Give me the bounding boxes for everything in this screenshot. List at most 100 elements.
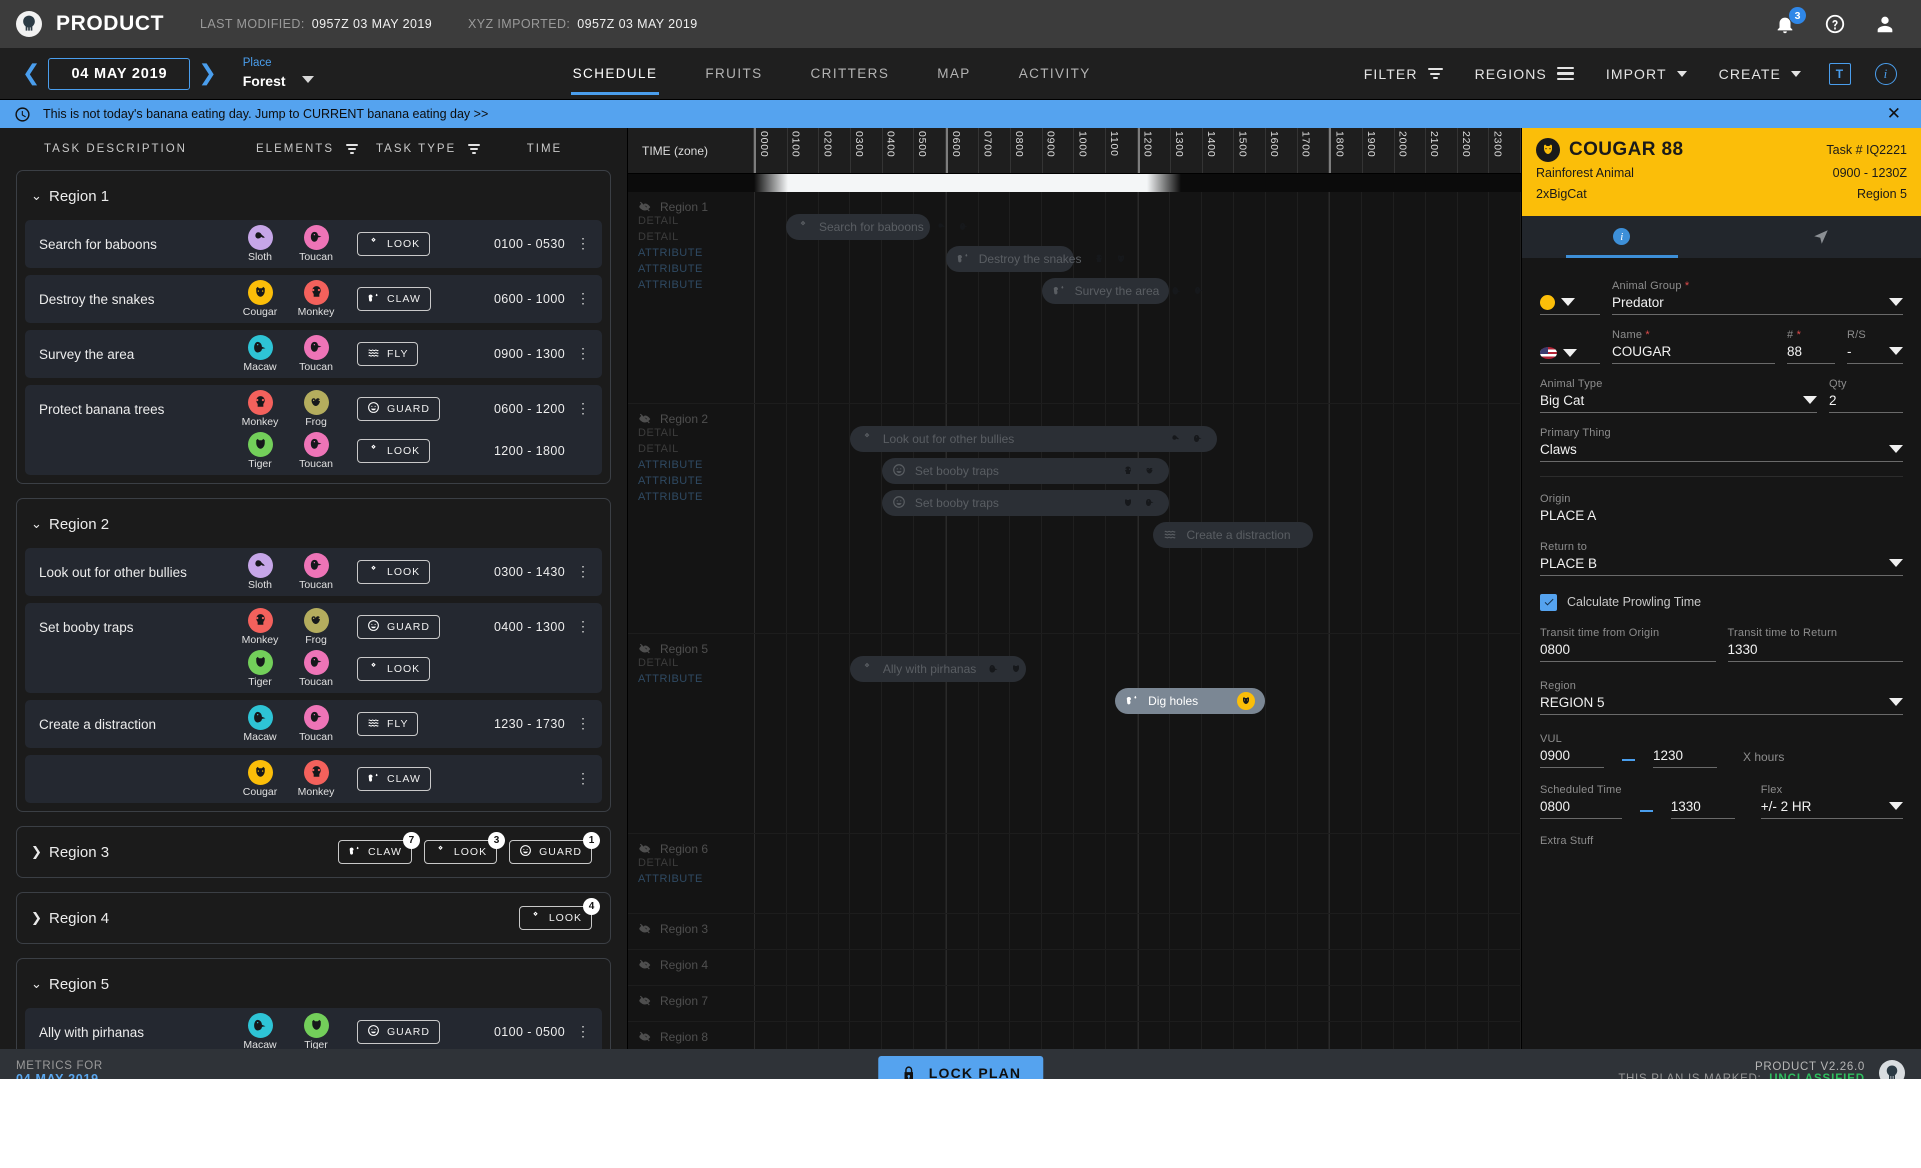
tab-detail-navigation[interactable] xyxy=(1722,216,1921,258)
vul-start-input[interactable]: 0900 xyxy=(1540,748,1604,768)
element-chip[interactable]: Macaw xyxy=(237,1013,283,1049)
region-select[interactable]: REGION 5 xyxy=(1540,695,1903,715)
task-type-pill-look[interactable]: LOOK xyxy=(423,840,498,864)
tab-critters[interactable]: CRITTERS xyxy=(787,48,914,100)
task-type-pill-claw[interactable]: CLAW xyxy=(337,840,412,864)
tab-fruits[interactable]: FRUITS xyxy=(681,48,786,100)
task-type-pill-look[interactable]: LOOK xyxy=(518,906,592,930)
row-menu-icon[interactable]: ⋮ xyxy=(572,716,594,730)
element-chip[interactable]: Monkey xyxy=(237,390,283,428)
timeline-track[interactable] xyxy=(754,986,1521,1021)
region-badge[interactable]: GUARD 1 xyxy=(509,832,600,864)
row-menu-icon[interactable]: ⋮ xyxy=(572,236,594,250)
region-header-3[interactable]: ❯ Region 3 CLAW 7 LOOK 3 GUARD 1 xyxy=(25,832,602,869)
name-input[interactable]: COUGAR xyxy=(1612,344,1775,364)
task-type-pill-fly[interactable]: FLY xyxy=(357,342,419,366)
info-button[interactable]: i xyxy=(1865,48,1907,100)
scheduled-end-input[interactable]: 1330 xyxy=(1670,799,1735,819)
element-chip[interactable]: Monkey xyxy=(293,280,339,318)
region-list[interactable]: ⌄ Region 1 Search for baboons Sloth Toucan LO… xyxy=(0,170,627,1049)
region-header-4[interactable]: ❯ Region 4 LOOK 4 xyxy=(25,898,602,935)
task-type-pill-guard[interactable]: GUARD xyxy=(357,1020,440,1044)
element-chip[interactable]: Toucan xyxy=(293,335,339,373)
timeline-track[interactable]: Ally with pirhanas Dig holes xyxy=(754,634,1521,833)
element-chip[interactable]: Macaw xyxy=(237,335,283,373)
task-type-pill-look[interactable]: LOOK xyxy=(357,560,431,584)
metrics-group[interactable]: METRICS FOR 04 MAY 2019 xyxy=(16,1060,103,1079)
notifications-bell-icon[interactable]: 3 xyxy=(1773,7,1806,36)
element-chip[interactable]: Toucan xyxy=(293,650,339,688)
task-type-pill-fly[interactable]: FLY xyxy=(357,712,419,736)
timeline-bar[interactable]: Set booby traps xyxy=(881,490,1170,516)
row-menu-icon[interactable]: ⋮ xyxy=(572,401,594,415)
element-chip[interactable]: Tiger xyxy=(293,1013,339,1049)
rs-select[interactable]: - xyxy=(1847,344,1903,364)
region-badge[interactable]: CLAW 7 xyxy=(337,832,420,864)
timeline-bar[interactable]: Look out for other bullies xyxy=(849,426,1218,452)
task-type-pill-claw[interactable]: CLAW xyxy=(357,767,431,791)
timeline-bar[interactable]: Destroy the snakes xyxy=(945,246,1125,272)
timeline-track[interactable]: Search for baboons Destroy the snakes Surv… xyxy=(754,192,1521,403)
row-menu-icon[interactable]: ⋮ xyxy=(572,291,594,305)
return-to-select[interactable]: PLACE B xyxy=(1540,556,1903,576)
timeline-bar[interactable]: Dig holes xyxy=(1115,688,1266,714)
element-chip[interactable]: Tiger xyxy=(237,432,283,470)
task-row[interactable]: Ally with pirhanas Macaw Tiger GUARD 0100 - … xyxy=(25,1008,602,1049)
regions-button[interactable]: REGIONS xyxy=(1461,48,1588,100)
timeline-bar[interactable]: Create a distraction xyxy=(1153,522,1314,548)
animal-group-select[interactable]: Predator xyxy=(1612,295,1903,315)
task-type-pill-guard[interactable]: GUARD xyxy=(357,397,440,421)
element-chip[interactable]: Frog xyxy=(293,608,339,646)
timeline-track[interactable] xyxy=(754,950,1521,985)
region-header-2[interactable]: ⌄ Region 2 xyxy=(25,507,602,541)
task-type-pill-claw[interactable]: CLAW xyxy=(357,287,431,311)
text-mode-button[interactable]: T xyxy=(1819,48,1861,100)
previous-day-button[interactable]: ❮ xyxy=(14,62,48,85)
element-chip[interactable]: Macaw xyxy=(237,705,283,743)
qty-input[interactable]: 2 xyxy=(1829,393,1903,413)
origin-value-field[interactable]: PLACE A xyxy=(1540,508,1903,527)
create-button[interactable]: CREATE xyxy=(1705,48,1815,100)
row-menu-icon[interactable]: ⋮ xyxy=(572,346,594,360)
task-row[interactable]: Search for baboons Sloth Toucan LOOK 0100 - … xyxy=(25,220,602,268)
timeline-body[interactable]: Region 1 DETAIL DETAIL ATTRIBUTE ATTRIBUTE AT… xyxy=(628,192,1521,1049)
row-menu-icon[interactable]: ⋮ xyxy=(572,564,594,578)
region-badge[interactable]: LOOK 3 xyxy=(423,832,506,864)
region-badge[interactable]: LOOK 4 xyxy=(518,898,600,930)
timeline-bar[interactable]: Survey the area xyxy=(1041,278,1203,304)
place-selector[interactable]: Place Forest xyxy=(243,56,314,90)
row-menu-icon[interactable]: ⋮ xyxy=(572,771,594,785)
animal-type-select[interactable]: Big Cat xyxy=(1540,393,1817,413)
task-row[interactable]: Set booby traps Monkey Frog GUARD 0400 - 130… xyxy=(25,603,602,693)
element-chip[interactable]: Monkey xyxy=(237,608,283,646)
tab-activity[interactable]: ACTIVITY xyxy=(995,48,1115,100)
filter-button[interactable]: FILTER xyxy=(1350,48,1457,100)
vul-end-input[interactable]: 1230 xyxy=(1653,748,1717,768)
timeline-track[interactable] xyxy=(754,1022,1521,1049)
task-type-pill-look[interactable]: LOOK xyxy=(357,439,431,463)
task-row[interactable]: Create a distraction Macaw Toucan FLY 1230 -… xyxy=(25,700,602,748)
task-row[interactable]: Cougar Monkey CLAW ⋮ xyxy=(25,755,602,803)
task-type-pill-look[interactable]: LOOK xyxy=(357,657,431,681)
calculate-prowling-checkbox[interactable] xyxy=(1540,593,1557,611)
primary-thing-select[interactable]: Claws xyxy=(1540,442,1903,462)
scheduled-start-input[interactable]: 0800 xyxy=(1540,799,1622,819)
row-menu-icon[interactable]: ⋮ xyxy=(572,619,594,633)
element-chip[interactable]: Cougar xyxy=(237,280,283,318)
timeline-track[interactable]: Look out for other bullies Set booby trap… xyxy=(754,404,1521,633)
task-row[interactable]: Look out for other bullies Sloth Toucan LOO… xyxy=(25,548,602,596)
tab-detail-info[interactable]: i xyxy=(1522,216,1722,258)
element-chip[interactable]: Monkey xyxy=(293,760,339,798)
region-header-1[interactable]: ⌄ Region 1 xyxy=(25,179,602,213)
task-row[interactable]: Protect banana trees Monkey Frog GUARD 0600 … xyxy=(25,385,602,475)
task-subrow[interactable]: TigerToucanLOOK1200 - 1800⋮ xyxy=(39,432,594,470)
flex-select[interactable]: +/- 2 HR xyxy=(1760,799,1903,819)
element-chip[interactable]: Frog xyxy=(293,390,339,428)
tab-map[interactable]: MAP xyxy=(913,48,994,100)
element-chip[interactable]: Sloth xyxy=(237,225,283,263)
region-header-5[interactable]: ⌄ Region 5 xyxy=(25,967,602,1001)
transit-to-input[interactable]: 1330 xyxy=(1727,642,1903,662)
task-row[interactable]: Destroy the snakes Cougar Monkey CLAW 0600 -… xyxy=(25,275,602,323)
element-chip[interactable]: Cougar xyxy=(237,760,283,798)
row-menu-icon[interactable]: ⋮ xyxy=(572,1024,594,1038)
